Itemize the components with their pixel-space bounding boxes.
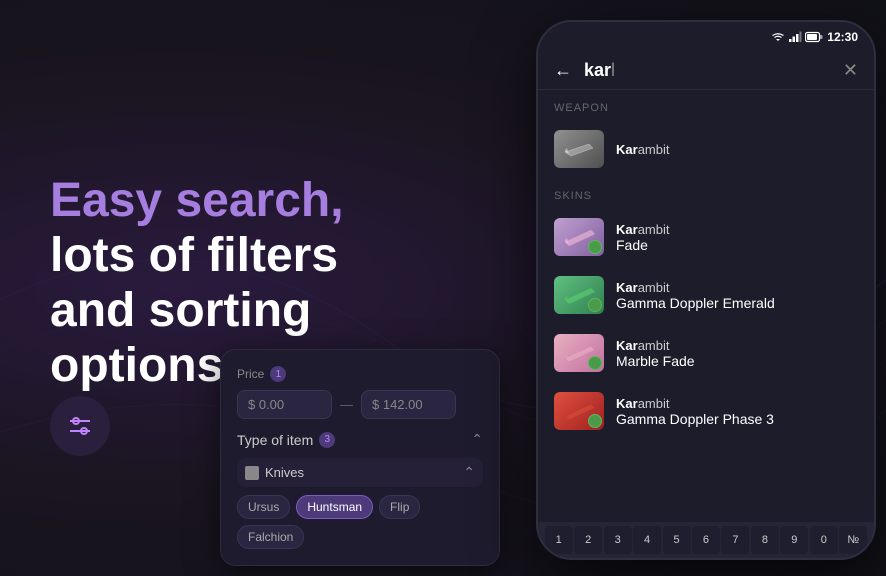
knife-subtags: Ursus Huntsman Flip Falchion — [237, 495, 483, 549]
filter-sliders-icon — [66, 415, 94, 437]
status-icons — [771, 31, 823, 43]
result-item-marble[interactable]: Karambit Marble Fade — [538, 324, 874, 382]
kb-key-7[interactable]: 7 — [721, 526, 749, 554]
price-badge: 1 — [270, 366, 286, 382]
filter-icon-widget[interactable] — [50, 396, 110, 456]
search-rest: l — [611, 60, 615, 80]
search-bar: ← karl ✕ — [538, 52, 874, 90]
phone-frame: 12:30 ← karl ✕ WEAPON Karambit — [536, 20, 876, 560]
knives-chevron-icon: ⌃ — [463, 464, 475, 481]
keyboard-row: 1 2 3 4 5 6 7 8 9 0 № — [538, 522, 874, 558]
weapon-section-label: WEAPON — [538, 90, 874, 120]
result-item-gamma[interactable]: Karambit Gamma Doppler Emerald — [538, 266, 874, 324]
knives-row[interactable]: Knives ⌃ — [237, 458, 483, 487]
result-name-bottom-fade: Fade — [616, 237, 858, 253]
result-item-fade[interactable]: Karambit Fade — [538, 208, 874, 266]
result-thumb-fade — [554, 218, 604, 256]
weapon-thumb-img — [561, 136, 597, 162]
price-separator: — — [340, 397, 353, 412]
wifi-icon — [771, 31, 785, 43]
result-name-top-gamma: Karambit — [616, 280, 858, 295]
result-name-top-phase3: Karambit — [616, 396, 858, 411]
skin-coin-fade — [588, 240, 602, 254]
type-badge: 3 — [319, 432, 335, 448]
clear-button[interactable]: ✕ — [843, 60, 858, 81]
result-thumb-weapon — [554, 130, 604, 168]
signal-icon — [788, 31, 802, 43]
kb-key-8[interactable]: 8 — [751, 526, 779, 554]
results-container: WEAPON Karambit SKINS — [538, 90, 874, 546]
result-thumb-gamma — [554, 276, 604, 314]
price-section-label: Price 1 — [237, 366, 483, 382]
status-bar: 12:30 — [538, 22, 874, 52]
kb-key-3[interactable]: 3 — [604, 526, 632, 554]
search-text[interactable]: karl — [584, 60, 831, 81]
price-row: $ 0.00 — $ 142.00 — [237, 390, 483, 419]
result-thumb-phase3 — [554, 392, 604, 430]
price-from-input[interactable]: $ 0.00 — [237, 390, 332, 419]
status-time: 12:30 — [827, 30, 858, 44]
result-name-bottom-gamma: Gamma Doppler Emerald — [616, 295, 858, 311]
result-info-fade: Karambit Fade — [616, 222, 858, 253]
result-name-bottom-phase3: Gamma Doppler Phase 3 — [616, 411, 858, 427]
tag-ursus[interactable]: Ursus — [237, 495, 290, 519]
chevron-up-icon: ⌃ — [471, 431, 483, 448]
skins-section-label: SKINS — [538, 178, 874, 208]
kb-key-5[interactable]: 5 — [663, 526, 691, 554]
filter-card: Price 1 $ 0.00 — $ 142.00 Type of item 3… — [220, 349, 500, 566]
tag-falchion[interactable]: Falchion — [237, 525, 304, 549]
skin-coin-marble — [588, 356, 602, 370]
result-info-phase3: Karambit Gamma Doppler Phase 3 — [616, 396, 858, 427]
tag-flip[interactable]: Flip — [379, 495, 420, 519]
headline-line4: options — [50, 339, 223, 392]
result-info-weapon: Karambit — [616, 142, 858, 157]
knives-label: Knives — [265, 465, 304, 480]
kb-key-4[interactable]: 4 — [633, 526, 661, 554]
kb-key-9[interactable]: 9 — [780, 526, 808, 554]
skin-coin-gamma — [588, 298, 602, 312]
result-item-karambit-weapon[interactable]: Karambit — [538, 120, 874, 178]
knife-icon — [245, 466, 259, 480]
result-item-phase3[interactable]: Karambit Gamma Doppler Phase 3 — [538, 382, 874, 440]
result-name-top-fade: Karambit — [616, 222, 858, 237]
kb-key-1[interactable]: 1 — [545, 526, 573, 554]
result-name-top-marble: Karambit — [616, 338, 858, 353]
result-info-marble: Karambit Marble Fade — [616, 338, 858, 369]
search-highlight: kar — [584, 60, 611, 80]
headline-line2: lots of filters — [50, 229, 338, 282]
battery-icon — [805, 31, 823, 43]
kb-key-0[interactable]: 0 — [810, 526, 838, 554]
type-of-item-header[interactable]: Type of item 3 ⌃ — [237, 431, 483, 448]
type-label: Type of item — [237, 432, 313, 448]
skin-coin-phase3 — [588, 414, 602, 428]
headline-accent: Easy search, — [50, 174, 344, 227]
result-thumb-marble — [554, 334, 604, 372]
price-label: Price — [237, 367, 264, 381]
kb-key-2[interactable]: 2 — [574, 526, 602, 554]
type-header-left: Type of item 3 — [237, 432, 335, 448]
price-to-input[interactable]: $ 142.00 — [361, 390, 456, 419]
knives-left: Knives — [245, 465, 304, 480]
kb-key-num[interactable]: № — [839, 526, 867, 554]
result-info-gamma: Karambit Gamma Doppler Emerald — [616, 280, 858, 311]
back-button[interactable]: ← — [554, 60, 572, 81]
result-name-weapon: Karambit — [616, 142, 858, 157]
kb-key-6[interactable]: 6 — [692, 526, 720, 554]
tag-huntsman[interactable]: Huntsman — [296, 495, 373, 519]
result-name-bottom-marble: Marble Fade — [616, 353, 858, 369]
headline-line3: and sorting — [50, 284, 311, 337]
